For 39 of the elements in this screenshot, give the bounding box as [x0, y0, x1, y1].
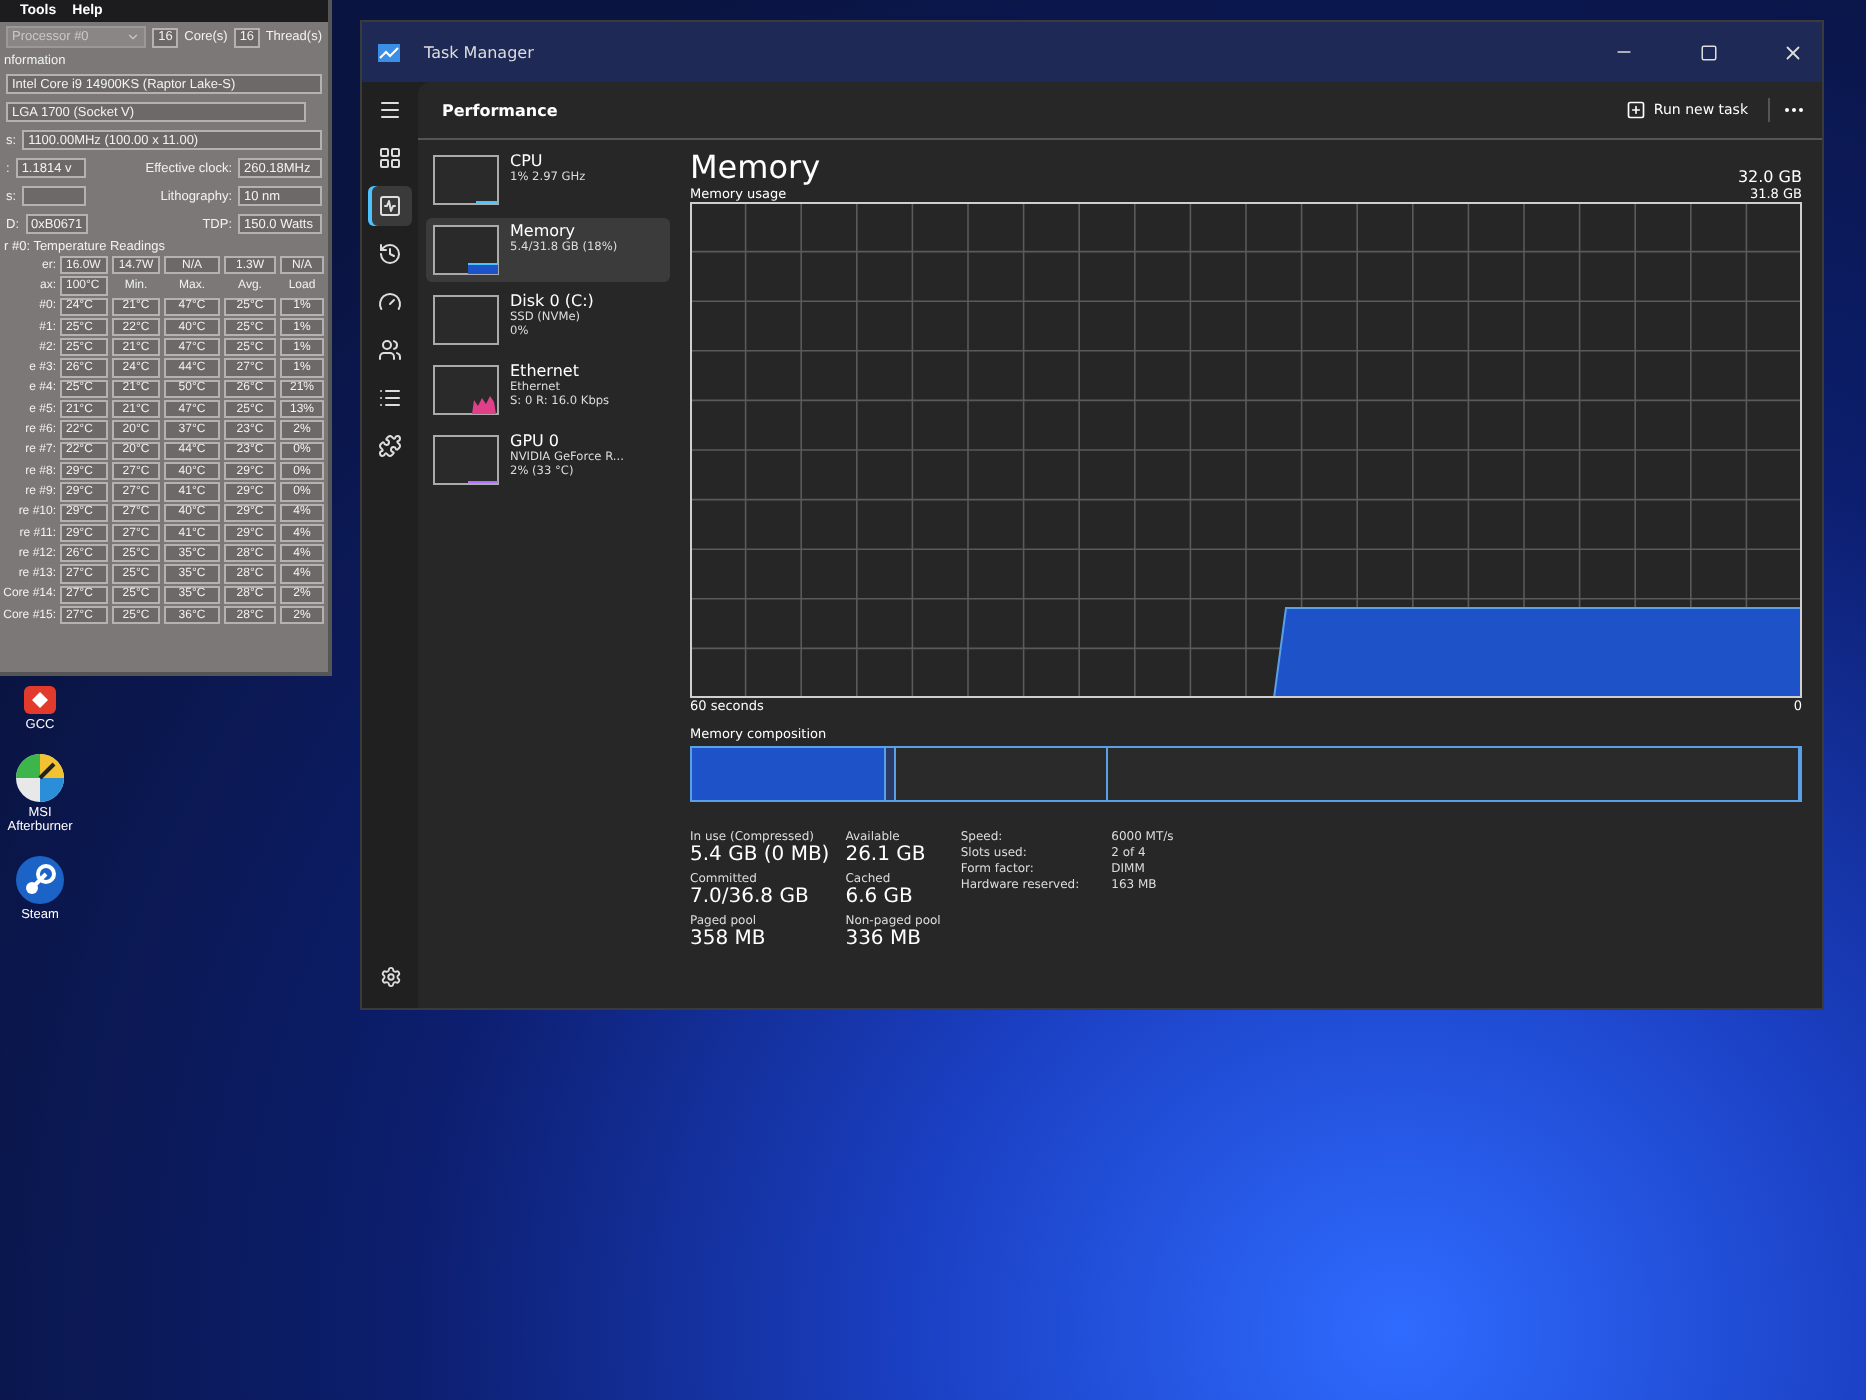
stat-value: 26.1 GB: [845, 844, 928, 866]
window-title: Task Manager: [424, 43, 536, 61]
memory-graph-thumbnail: [432, 224, 500, 276]
chevron-icon: [126, 30, 141, 44]
nav-button[interactable]: [368, 186, 412, 226]
stat-value: 6.6 GB: [845, 886, 915, 908]
users-icon: [378, 338, 402, 362]
resource-name: Ethernet: [510, 364, 581, 381]
resource-name: Memory: [510, 224, 578, 241]
total-memory: 32.0 GB: [1737, 168, 1802, 186]
app-icon[interactable]: [14, 752, 66, 805]
settings-icon: [379, 965, 401, 987]
gpu-graph-thumbnail: [432, 434, 500, 486]
page-title: Performance: [442, 101, 560, 119]
stat-value: 336 MB: [845, 928, 923, 950]
resource-name: Disk 0 (C:): [510, 294, 594, 311]
stat-value: 358 MB: [690, 928, 768, 950]
ethernet-graph-thumbnail: [432, 364, 500, 416]
activity-icon: [378, 194, 402, 218]
cpu-graph-thumbnail: [432, 154, 500, 206]
puzzle-icon: [378, 434, 402, 458]
resource-name: CPU: [510, 154, 545, 171]
gauge-icon: [378, 290, 402, 314]
close-icon: [1781, 41, 1803, 63]
stat-value: 5.4 GB (0 MB): [690, 844, 830, 866]
resource-name: GPU 0: [510, 434, 562, 451]
steam-icon[interactable]: [14, 854, 66, 907]
more-button[interactable]: [1768, 98, 1806, 122]
menu-icon: [378, 98, 402, 122]
stat-value: 7.0/36.8 GB: [690, 886, 811, 908]
app-icon[interactable]: [20, 684, 60, 716]
app-icon: [378, 43, 400, 61]
grid-icon: [378, 146, 402, 170]
add-task-icon: [1625, 100, 1646, 120]
revision-field: [22, 186, 86, 206]
history-icon: [378, 242, 402, 266]
resource-title: Memory: [690, 148, 821, 186]
maximize-icon: [1699, 43, 1717, 61]
disk-graph-thumbnail: [432, 294, 500, 346]
